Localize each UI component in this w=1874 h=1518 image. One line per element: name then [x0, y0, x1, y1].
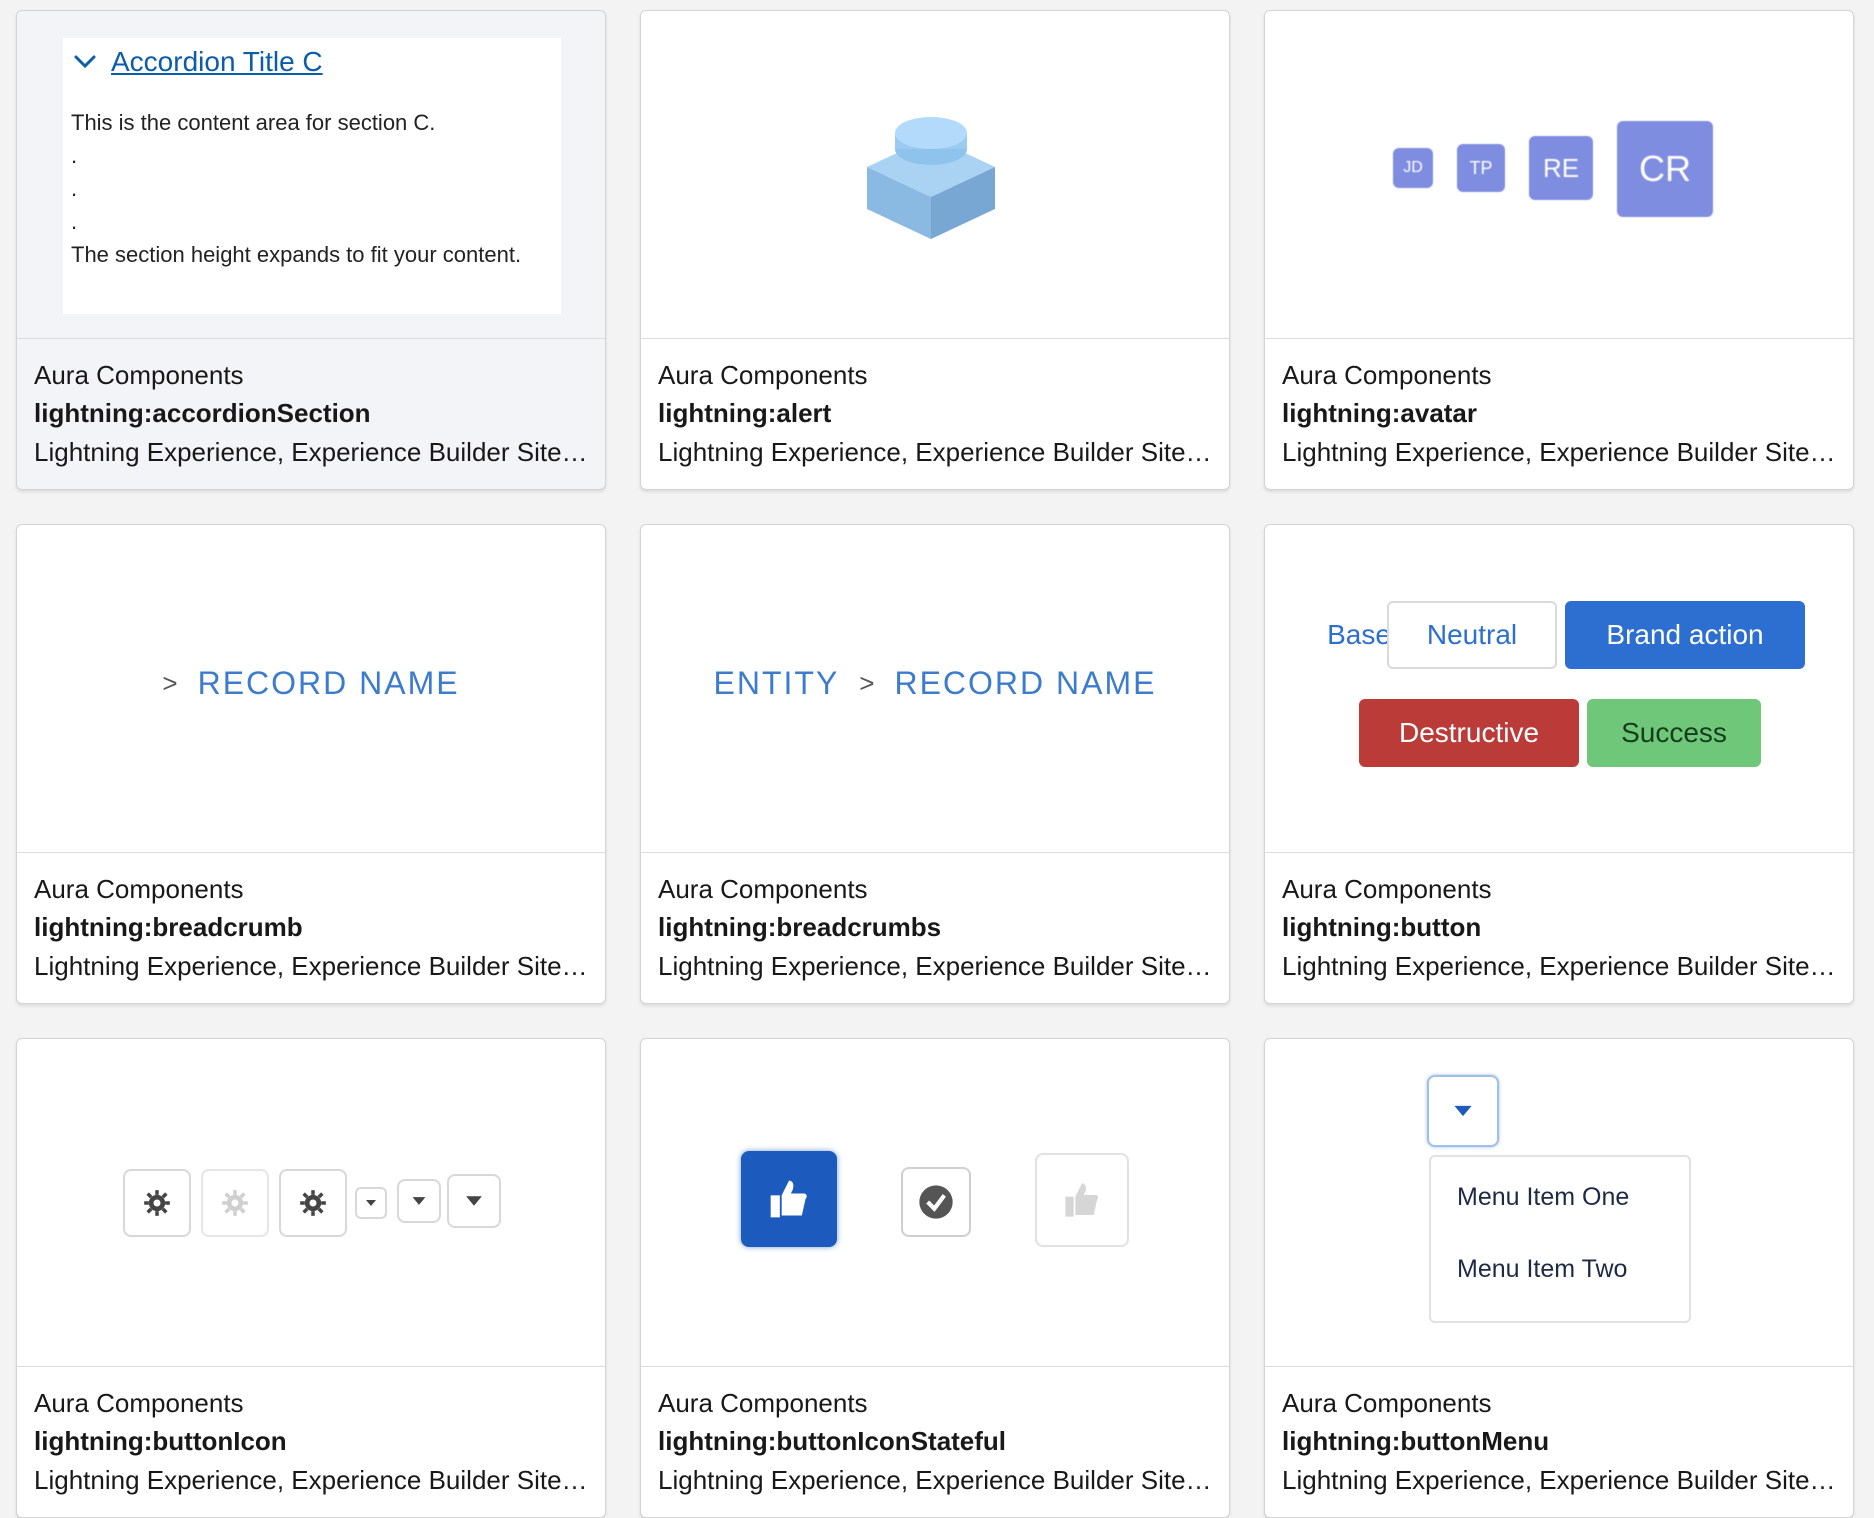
accordion-title: Accordion Title C	[73, 46, 323, 78]
breadcrumbs: ENTITY > RECORD NAME	[641, 665, 1229, 702]
like-icon	[1065, 1183, 1099, 1217]
card-title[interactable]: lightning:breadcrumb	[34, 908, 591, 946]
card-title[interactable]: lightning:breadcrumbs	[658, 908, 1215, 946]
chevron-down-icon	[74, 55, 96, 69]
like-button-disabled	[1035, 1153, 1129, 1247]
card-preview	[641, 11, 1229, 339]
component-card-alert[interactable]: Aura Components lightning:alert Lightnin…	[640, 10, 1230, 490]
gear-icon-button-disabled	[201, 1169, 269, 1237]
accordion-section-preview: Accordion Title C This is the content ar…	[63, 38, 561, 314]
gear-icon-button	[279, 1169, 347, 1237]
card-preview	[17, 1039, 605, 1367]
lego-block-icon	[867, 117, 995, 239]
card-preview	[641, 1039, 1229, 1367]
card-preview: JD TP RE CR	[1265, 11, 1853, 339]
down-icon-button	[447, 1174, 501, 1228]
card-description: Lightning Experience, Experience Builder…	[1282, 1465, 1839, 1495]
card-category: Aura Components	[658, 874, 868, 904]
breadcrumb-item: RECORD NAME	[894, 665, 1157, 701]
brand-button: Brand action	[1565, 601, 1805, 669]
card-category: Aura Components	[658, 1388, 868, 1418]
card-description: Lightning Experience, Experience Builder…	[34, 951, 591, 981]
like-button-selected	[741, 1151, 837, 1247]
down-icon	[366, 1200, 376, 1206]
destructive-button: Destructive	[1359, 699, 1579, 767]
component-card-avatar[interactable]: JD TP RE CR Aura Components lightning:av…	[1264, 10, 1854, 490]
avatar: RE	[1529, 136, 1593, 200]
card-category: Aura Components	[1282, 874, 1492, 904]
card-preview: Menu Item One Menu Item Two	[1265, 1039, 1853, 1367]
card-category: Aura Components	[34, 360, 244, 390]
menu-item: Menu Item Two	[1457, 1255, 1628, 1283]
accordion-line: This is the content area for section C.	[71, 110, 436, 135]
card-preview: Base Neutral Brand action Destructive Su…	[1265, 525, 1853, 853]
breadcrumb-item: RECORD NAME	[197, 665, 460, 701]
card-preview: > RECORD NAME	[17, 525, 605, 853]
component-card-button-icon-stateful[interactable]: Aura Components lightning:buttonIconStat…	[640, 1038, 1230, 1518]
card-title[interactable]: lightning:buttonIcon	[34, 1422, 591, 1460]
card-title[interactable]: lightning:avatar	[1282, 394, 1839, 432]
avatar: TP	[1457, 144, 1505, 192]
card-title[interactable]: lightning:buttonMenu	[1282, 1422, 1839, 1460]
accordion-line: .	[71, 143, 78, 168]
card-category: Aura Components	[34, 874, 244, 904]
gear-icon	[300, 1190, 326, 1216]
gear-icon	[222, 1190, 248, 1216]
card-description: Lightning Experience, Experience Builder…	[34, 437, 591, 467]
component-card-breadcrumb[interactable]: > RECORD NAME Aura Components lightning:…	[16, 524, 606, 1004]
avatar: CR	[1617, 121, 1713, 217]
card-description: Lightning Experience, Experience Builder…	[658, 1465, 1215, 1495]
card-category: Aura Components	[1282, 1388, 1492, 1418]
accordion-title-text: Accordion Title C	[111, 46, 323, 77]
chat-check-button	[901, 1167, 971, 1237]
card-title[interactable]: lightning:accordionSection	[34, 394, 591, 432]
card-preview: Accordion Title C This is the content ar…	[17, 11, 605, 339]
down-icon-button	[355, 1187, 387, 1219]
component-card-button-menu[interactable]: Menu Item One Menu Item Two Aura Compone…	[1264, 1038, 1854, 1518]
menu-item: Menu Item One	[1457, 1183, 1630, 1211]
component-card-button-icon[interactable]: Aura Components lightning:buttonIcon Lig…	[16, 1038, 606, 1518]
success-button: Success	[1587, 699, 1761, 767]
down-icon	[412, 1197, 426, 1205]
card-description: Lightning Experience, Experience Builder…	[34, 1465, 591, 1495]
component-card-accordion-section[interactable]: Accordion Title C This is the content ar…	[16, 10, 606, 490]
component-card-button[interactable]: Base Neutral Brand action Destructive Su…	[1264, 524, 1854, 1004]
card-description: Lightning Experience, Experience Builder…	[1282, 437, 1839, 467]
down-icon	[1454, 1105, 1472, 1117]
check-chat-icon	[919, 1185, 953, 1219]
card-title[interactable]: lightning:alert	[658, 394, 1215, 432]
gear-icon	[144, 1190, 170, 1216]
card-category: Aura Components	[1282, 360, 1492, 390]
card-description: Lightning Experience, Experience Builder…	[658, 951, 1215, 981]
breadcrumb-separator: >	[859, 668, 875, 698]
down-icon	[466, 1196, 482, 1206]
component-card-breadcrumbs[interactable]: ENTITY > RECORD NAME Aura Components lig…	[640, 524, 1230, 1004]
gear-icon-button	[123, 1169, 191, 1237]
dropdown-menu: Menu Item One Menu Item Two	[1429, 1155, 1691, 1323]
accordion-line: .	[71, 176, 78, 201]
card-description: Lightning Experience, Experience Builder…	[658, 437, 1215, 467]
card-title[interactable]: lightning:buttonIconStateful	[658, 1422, 1215, 1460]
accordion-line: .	[71, 209, 78, 234]
down-icon-button	[397, 1179, 441, 1223]
card-title[interactable]: lightning:button	[1282, 908, 1839, 946]
accordion-content: This is the content area for section C. …	[71, 106, 521, 271]
avatar: JD	[1393, 148, 1433, 188]
breadcrumb: > RECORD NAME	[17, 665, 605, 702]
menu-trigger-button	[1427, 1075, 1499, 1147]
like-icon	[770, 1180, 807, 1218]
accordion-line: The section height expands to fit your c…	[71, 242, 522, 267]
card-preview: ENTITY > RECORD NAME	[641, 525, 1229, 853]
card-category: Aura Components	[658, 360, 868, 390]
neutral-button: Neutral	[1387, 601, 1557, 669]
card-category: Aura Components	[34, 1388, 244, 1418]
breadcrumb-separator: >	[162, 668, 178, 698]
breadcrumb-item: ENTITY	[713, 665, 840, 701]
card-description: Lightning Experience, Experience Builder…	[1282, 951, 1839, 981]
